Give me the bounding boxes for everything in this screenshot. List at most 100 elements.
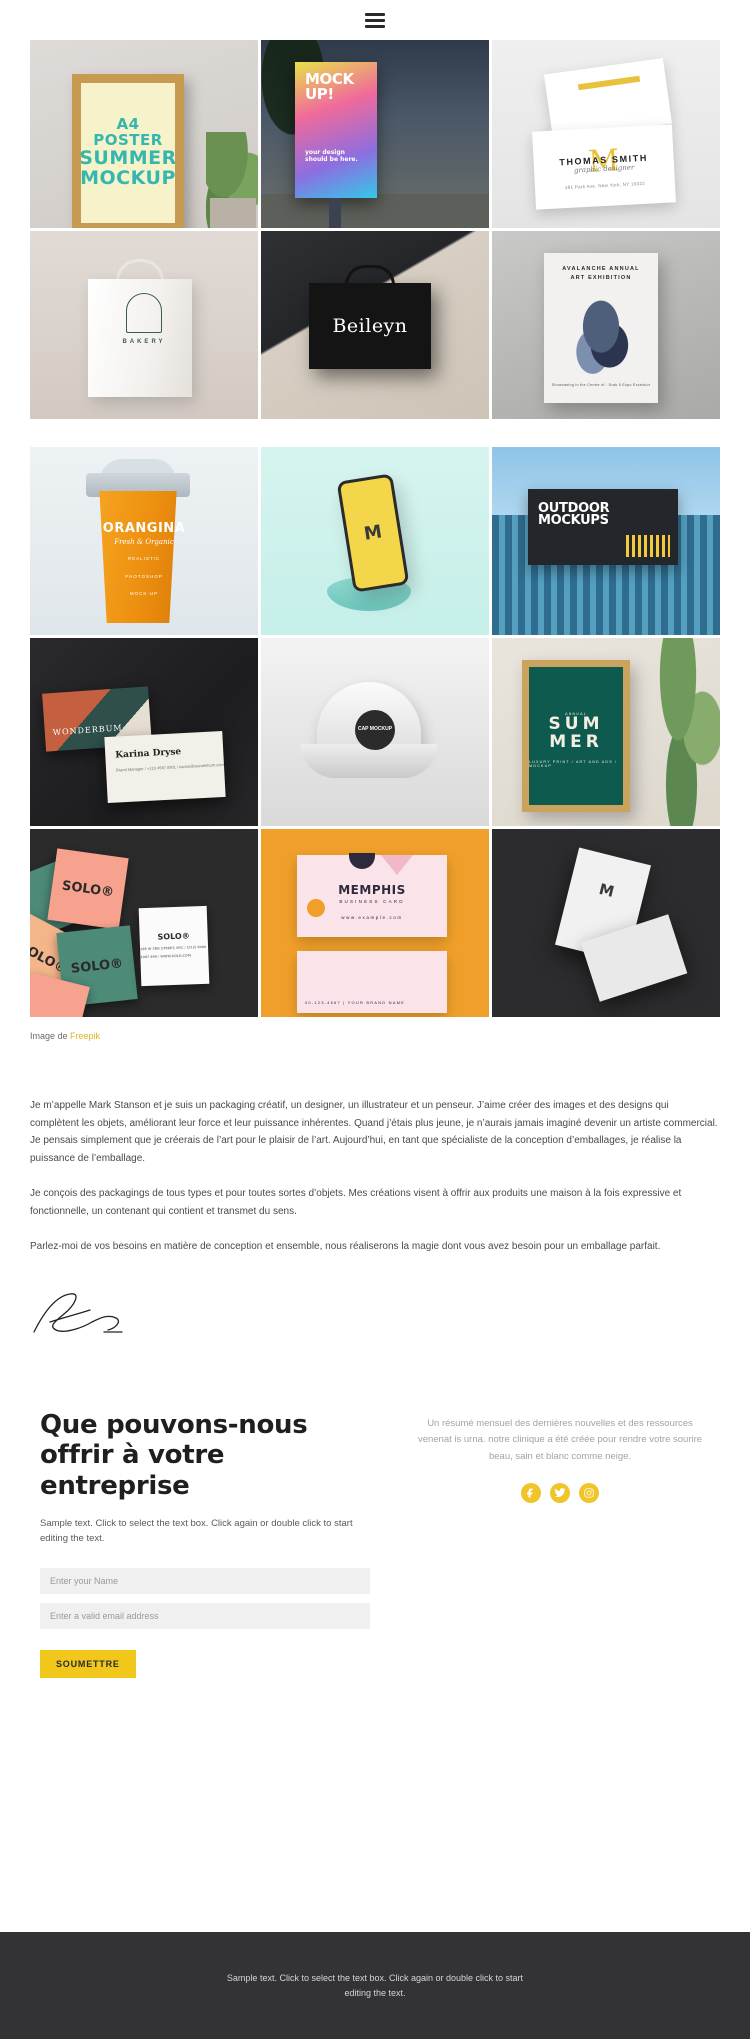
card-subtitle: BUSINESS CARD xyxy=(339,899,405,904)
gallery-item-city-billboard-mockup[interactable]: MOCK UP! your design should be here. xyxy=(261,40,489,228)
credit-prefix: Image de xyxy=(30,1031,71,1041)
card-person: Karina Dryse xyxy=(115,747,182,761)
footer-text: Sample text. Click to select the text bo… xyxy=(226,1973,524,1998)
contact-section: Que pouvons-nous offrir à votre entrepri… xyxy=(0,1340,750,1678)
plant-decoration xyxy=(650,638,720,826)
billboard-board: OUTDOOR MOCKUPS xyxy=(528,489,678,565)
bio-section: Je m’appelle Mark Stanson et je suis un … xyxy=(0,1041,750,1256)
cup-label: ORANGINA Fresh & Organic REALISTIC PHOTO… xyxy=(30,521,258,599)
signature-image xyxy=(0,1274,750,1340)
gallery-item-memphis-business-card[interactable]: MEMPHIS BUSINESS CARD www.example.com 00… xyxy=(261,829,489,1017)
picture-frame: A4 POSTER SUMMER MOCKUP xyxy=(72,74,184,228)
cup-tagline: Fresh & Organic xyxy=(114,538,174,546)
contact-hint: Sample text. Click to select the text bo… xyxy=(40,1517,353,1544)
tile-art: WONDERBUM Karina Dryse Brand Manager / +… xyxy=(30,638,258,826)
gallery-item-summer-tropical-poster[interactable]: ANNUAL SUM MER LUXURY PRINT / ART AND AD… xyxy=(492,638,720,826)
portfolio-gallery: A4 POSTER SUMMER MOCKUP MOCK UP! your de… xyxy=(0,40,750,1017)
card-brand: WONDERBUM xyxy=(52,723,123,738)
tile-art: BAKERY xyxy=(30,231,258,419)
hamburger-menu-icon[interactable] xyxy=(365,12,385,28)
cup-sub-1: REALISTIC xyxy=(127,556,161,561)
billboard-title: OUTDOOR MOCKUPS xyxy=(538,501,610,529)
solo-brand: SOLO® xyxy=(157,931,190,943)
tile-art: ANNUAL SUM MER LUXURY PRINT / ART AND AD… xyxy=(492,638,720,826)
gallery-item-thomas-smith-business-card[interactable]: M THOMAS SMITH graphic designer 481 Park… xyxy=(492,40,720,228)
tile-art: ORANGINA Fresh & Organic REALISTIC PHOTO… xyxy=(30,447,258,635)
poster-title-2: MER xyxy=(549,732,603,752)
poster-sheet: ANNUAL SUM MER LUXURY PRINT / ART AND AD… xyxy=(529,667,623,805)
poster-sub: LUXURY PRINT / ART AND ADS / MOCKUP xyxy=(529,759,618,768)
gallery-item-outdoor-billboard-mockup[interactable]: OUTDOOR MOCKUPS xyxy=(492,447,720,635)
poster-footer: Showcasing in the Centre of : Drak 5 Exp… xyxy=(551,382,651,387)
tile-art: MEMPHIS BUSINESS CARD www.example.com 00… xyxy=(261,829,489,1017)
gallery-item-orangina-cup-mockup[interactable]: ORANGINA Fresh & Organic REALISTIC PHOTO… xyxy=(30,447,258,635)
gallery-item-postcard-mockup[interactable]: M xyxy=(492,829,720,1017)
poster-title-1: AVALANCHE ANNUAL xyxy=(562,266,640,272)
menu-bar xyxy=(365,12,385,16)
gallery-row-2: ORANGINA Fresh & Organic REALISTIC PHOTO… xyxy=(30,447,720,1017)
gallery-item-phone-podium-mockup[interactable]: M xyxy=(261,447,489,635)
cup-sub-2: PHOTOSHOP xyxy=(125,573,163,579)
card-back: 00-123-4567 | YOUR BRAND NAME xyxy=(297,951,447,1013)
menu-bar xyxy=(365,18,385,22)
instagram-icon[interactable] xyxy=(579,1483,599,1504)
tile-art: CAP MOCKUP xyxy=(261,638,489,826)
facebook-icon[interactable] xyxy=(521,1483,541,1504)
tile-art: A4 POSTER SUMMER MOCKUP xyxy=(30,40,258,228)
cup-sub-3: MOCK-UP xyxy=(129,591,159,597)
email-input[interactable] xyxy=(40,1602,370,1629)
tile-art: M THOMAS SMITH graphic designer 481 Park… xyxy=(492,40,720,228)
image-credit: Image de Freepik xyxy=(0,1017,750,1041)
billboard-title: MOCK UP! xyxy=(305,70,354,104)
credit-link-freepik[interactable]: Freepik xyxy=(70,1031,100,1041)
bakery-logo-icon xyxy=(126,293,162,333)
contact-aside-column: Un résumé mensuel des dernières nouvelle… xyxy=(410,1410,710,1678)
billboard-post xyxy=(329,198,341,228)
aside-text: Un résumé mensuel des dernières nouvelle… xyxy=(417,1417,703,1462)
phone-device: M xyxy=(336,473,410,593)
social-links xyxy=(410,1483,710,1504)
phone-monogram: M xyxy=(362,521,384,545)
card-tag: 00-123-4567 | YOUR BRAND NAME xyxy=(305,1000,406,1005)
bag-label: BAKERY xyxy=(122,339,166,345)
card-meta: Brand Manager / +123 4567 8901 / karina@… xyxy=(115,761,224,773)
postcard-monogram: M xyxy=(597,879,617,901)
billboard-pattern xyxy=(626,535,670,557)
name-input[interactable] xyxy=(40,1567,370,1594)
bag-body: Beileyn xyxy=(309,283,431,369)
gallery-row-1: A4 POSTER SUMMER MOCKUP MOCK UP! your de… xyxy=(30,40,720,419)
card-title: MEMPHIS xyxy=(338,883,406,897)
tile-art: MOCK UP! your design should be here. xyxy=(261,40,489,228)
tile-art: SOLO® SOLO® SOLO® SOLO® 189 W 3RD STREET… xyxy=(30,829,258,1017)
card-url: www.example.com xyxy=(341,915,403,920)
poster-line: MOCKUP xyxy=(81,166,175,189)
contact-form-column: Que pouvons-nous offrir à votre entrepri… xyxy=(40,1410,370,1678)
gallery-item-bakery-paper-bag-mockup[interactable]: BAKERY xyxy=(30,231,258,419)
tile-art: OUTDOOR MOCKUPS xyxy=(492,447,720,635)
card-address: 481 Park Ave, New York, NY 10022 xyxy=(564,180,646,190)
gallery-item-wonderbum-business-cards[interactable]: WONDERBUM Karina Dryse Brand Manager / +… xyxy=(30,638,258,826)
gallery-item-a4-poster-summer-mockup[interactable]: A4 POSTER SUMMER MOCKUP xyxy=(30,40,258,228)
bio-paragraph-1: Je m’appelle Mark Stanson et je suis un … xyxy=(30,1100,718,1164)
tile-art: Beileyn xyxy=(261,231,489,419)
tile-art: AVALANCHE ANNUAL ART EXHIBITION Showcasi… xyxy=(492,231,720,419)
bio-paragraph-2: Je conçois des packagings de tous types … xyxy=(30,1188,682,1217)
cup-brand: ORANGINA xyxy=(102,521,186,536)
gallery-item-cap-mockup[interactable]: CAP MOCKUP xyxy=(261,638,489,826)
card-role: graphic designer xyxy=(573,162,635,175)
site-header xyxy=(0,0,750,40)
street-decoration xyxy=(261,194,489,228)
gallery-item-beileyn-black-bag-mockup[interactable]: Beileyn xyxy=(261,231,489,419)
gallery-item-avalanche-exhibition-poster[interactable]: AVALANCHE ANNUAL ART EXHIBITION Showcasi… xyxy=(492,231,720,419)
dot-decoration xyxy=(307,899,325,917)
picture-frame: ANNUAL SUM MER LUXURY PRINT / ART AND AD… xyxy=(522,660,630,812)
contact-heading: Que pouvons-nous offrir à votre entrepri… xyxy=(40,1409,308,1501)
solo-meta: 189 W 3RD STREET, NYC / (212) 8400 1087 … xyxy=(140,945,207,959)
gallery-item-solo-cards-mockup[interactable]: SOLO® SOLO® SOLO® SOLO® 189 W 3RD STREET… xyxy=(30,829,258,1017)
solo-card-white: SOLO® 189 W 3RD STREET, NYC / (212) 8400… xyxy=(138,905,210,987)
poster-artwork xyxy=(566,292,636,377)
poster-sheet: AVALANCHE ANNUAL ART EXHIBITION Showcasi… xyxy=(544,253,658,403)
twitter-icon[interactable] xyxy=(550,1483,570,1504)
site-footer: Sample text. Click to select the text bo… xyxy=(0,1932,750,2039)
submit-button[interactable]: SOUMETTRE xyxy=(40,1649,136,1678)
